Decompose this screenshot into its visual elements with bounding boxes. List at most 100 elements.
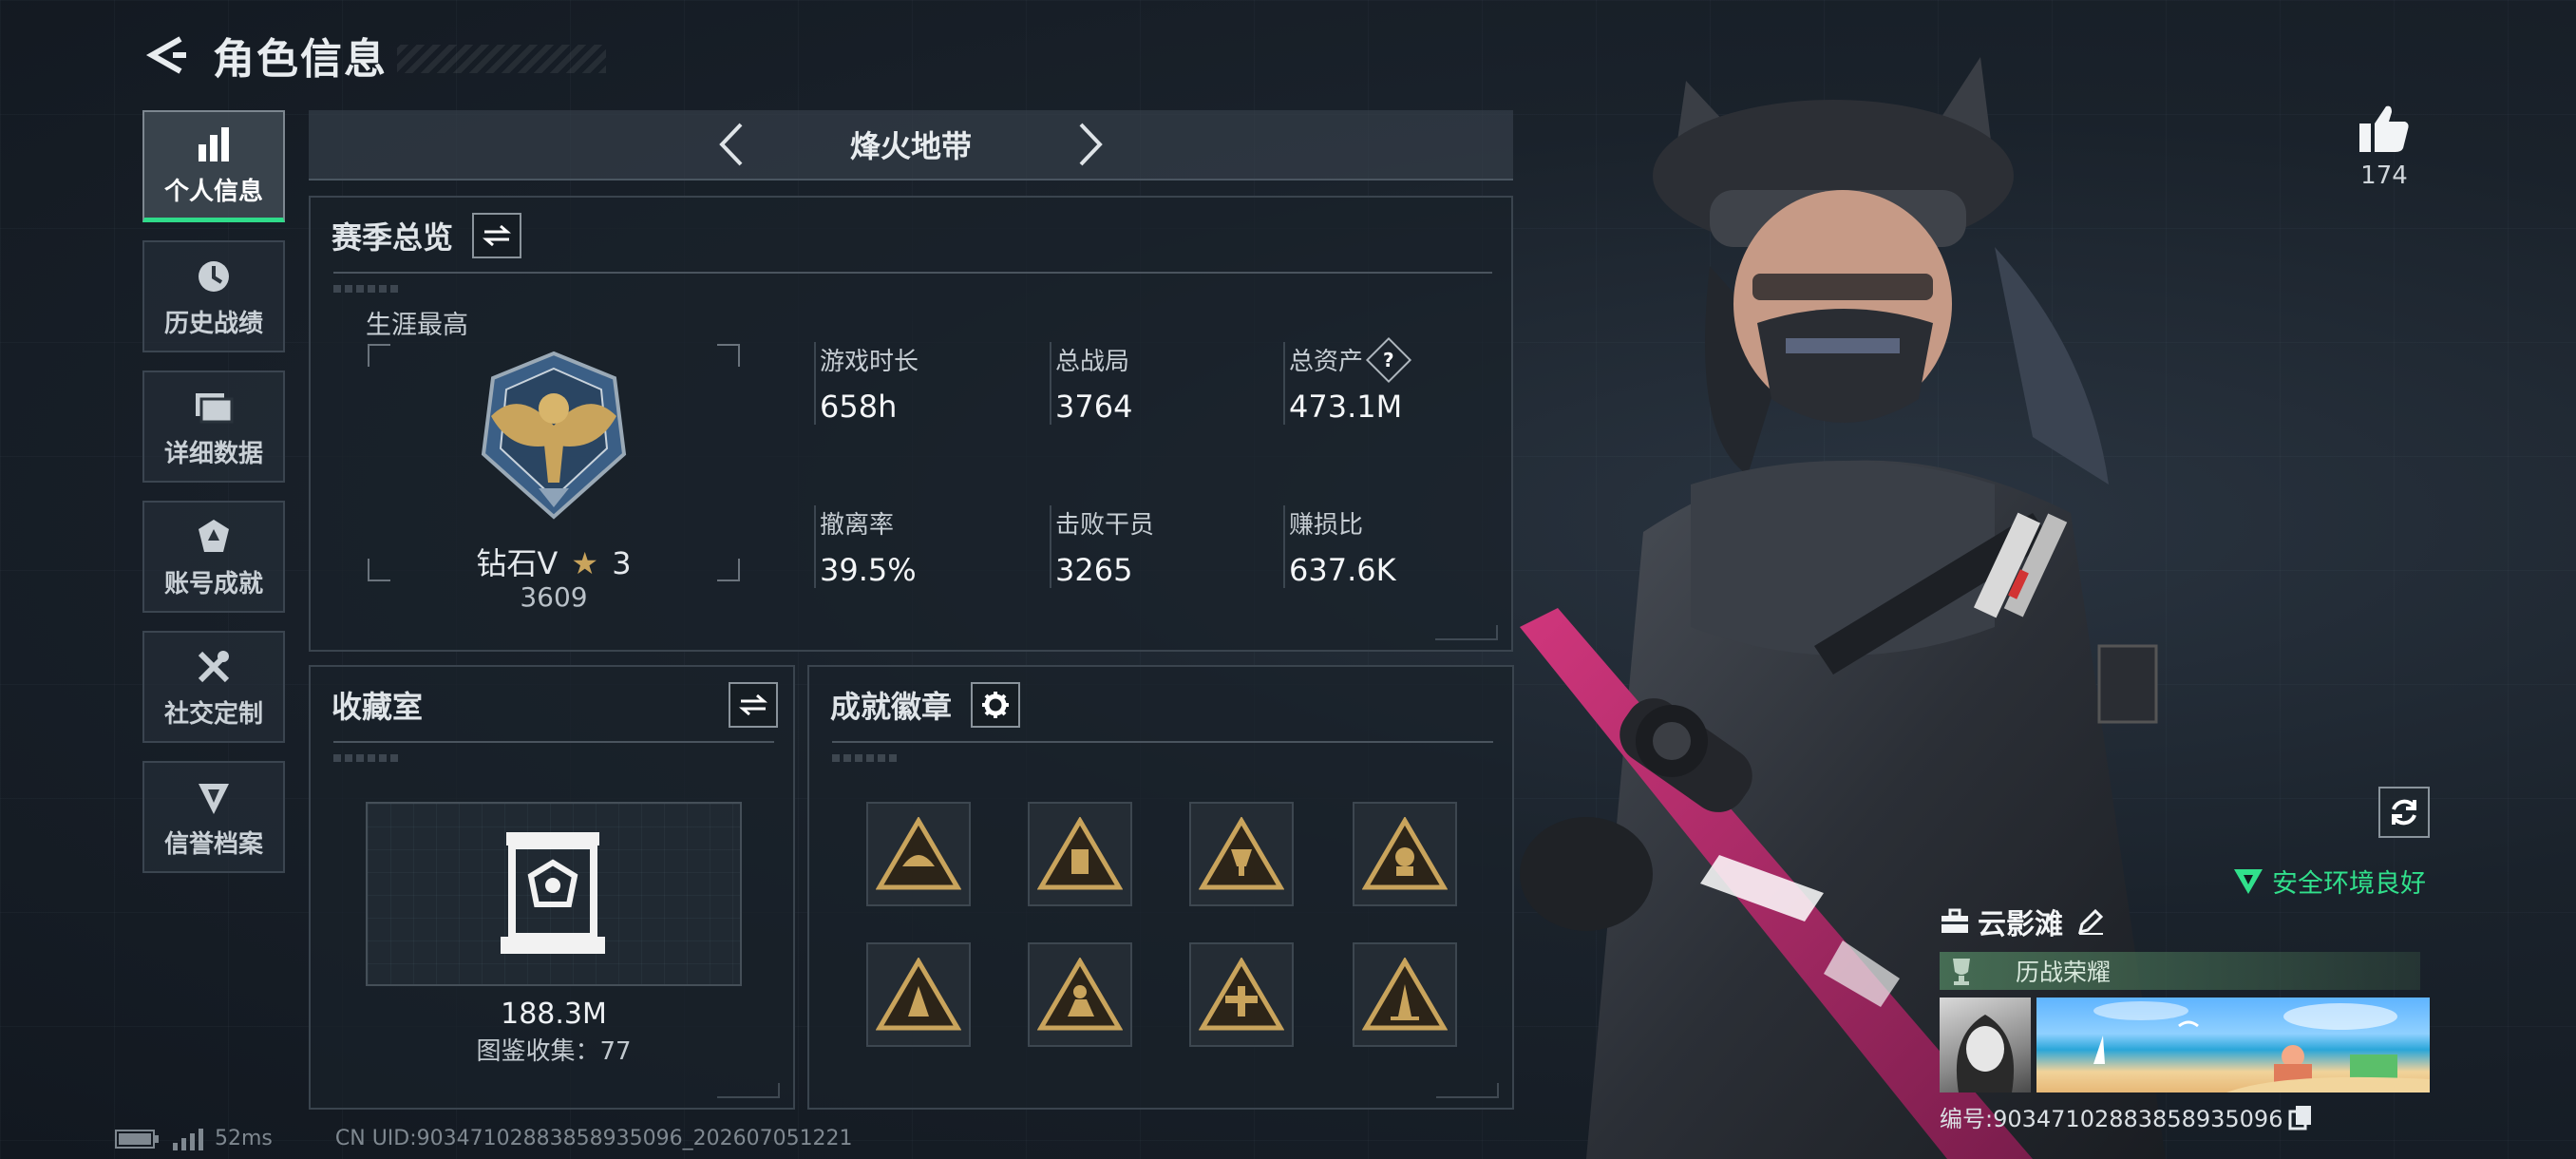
sidebar-item-label: 个人信息 [163,178,263,206]
switch-season-button[interactable] [472,213,522,258]
player-id-row: 编号:90347102883858935096 [1940,1100,2434,1133]
divider-decoration [333,285,400,293]
stat-profit-loss-ratio: 赚损比 637.6K [1283,505,1498,588]
next-mode-button[interactable] [1063,116,1120,173]
gear-icon [982,692,1010,718]
help-button[interactable]: ? [1365,336,1412,383]
divider-decoration [832,754,899,762]
safety-shield-icon [2234,868,2263,894]
rank-name: 钻石V [476,545,559,581]
achievement-badge[interactable] [1353,942,1457,1047]
trophy-icon [1953,959,1970,985]
sidebar-item-account-achievements[interactable]: 账号成就 [142,501,285,613]
edit-pencil-icon[interactable] [2076,907,2105,936]
diamond-rank-emblem-icon [481,351,627,520]
stat-extraction-rate: 撤离率 39.5% [814,505,1029,588]
briefcase-icon [1941,908,1968,933]
badge-4 [1362,817,1448,890]
mode-switcher: 烽火地带 [309,110,1513,180]
profile-banner[interactable] [2036,998,2430,1092]
collection-value: 188.3M [501,998,607,1031]
chevron-right-icon [1079,123,1103,166]
collection-count: 图鉴收集：77 [476,1037,632,1066]
sidebar-item-social-custom[interactable]: 社交定制 [142,631,285,743]
badge-3 [1199,817,1284,890]
prev-mode-button[interactable] [702,116,759,173]
achievement-badge[interactable] [1189,802,1294,906]
chevron-left-icon [719,123,743,166]
ping-text: 52ms [215,1127,273,1150]
sidebar-item-label: 账号成就 [163,569,263,598]
swap-icon [483,224,512,247]
battery-icon [115,1129,159,1149]
achievement-badge[interactable] [1028,942,1132,1047]
mode-title: 烽火地带 [849,128,972,164]
collection-panel[interactable]: 收藏室 188.3M 图鉴收集：77 [309,665,795,1110]
panel-divider [832,741,1493,743]
achievement-badge[interactable] [1028,802,1132,906]
like-count: 174 [2360,162,2408,190]
collection-title: 收藏室 [331,689,424,725]
sidebar-item-label: 详细数据 [163,439,263,468]
corner-decoration [1436,1083,1499,1098]
folder-icon [194,385,234,428]
player-name: 云影滩 [1978,908,2063,941]
player-id: 编号:90347102883858935096 [1940,1106,2283,1132]
stat-label: 总资产 [1289,348,1364,376]
avatar-portrait [1956,1015,2015,1092]
achievement-badge[interactable] [1353,802,1457,906]
season-overview-panel: 赛季总览 生涯最高 钻石V ★ 3 3609 游戏时长 658h 总战局 376… [309,196,1513,652]
season-overview-title: 赛季总览 [331,219,454,256]
question-icon: ? [1383,348,1394,371]
header: 角色信息 [142,27,606,84]
title-stripe-decoration [397,45,606,73]
stat-total-assets: 总资产 ? 473.1M [1283,336,1498,425]
beach-banner-image [2093,1001,2430,1092]
badge-7 [1199,958,1284,1031]
refresh-icon [2392,799,2416,826]
achievement-badge[interactable] [1189,942,1294,1047]
sidebar-item-label: 历史战绩 [163,309,263,338]
page-title: 角色信息 [213,35,388,84]
credit-shield-icon [195,775,233,819]
sidebar-item-history[interactable]: 历史战绩 [142,240,285,352]
copy-icon[interactable] [2288,1104,2313,1130]
badge-6 [1037,958,1123,1031]
safe-environment-status[interactable]: 安全环境良好 [2232,863,2426,900]
display-case-icon [501,832,605,954]
sidebar-item-detailed-data[interactable]: 详细数据 [142,370,285,483]
history-clock-icon [195,255,233,298]
sidebar-item-personal-info[interactable]: 个人信息 [142,110,285,222]
achievement-badge[interactable] [866,942,971,1047]
corner-decoration [1435,625,1498,640]
sidebar-item-label: 信誉档案 [163,829,263,859]
panel-divider [333,741,774,743]
honor-title: 历战荣耀 [2016,959,2112,986]
badge-1 [876,817,961,890]
avatar[interactable] [1940,998,2031,1092]
switch-collection-button[interactable] [729,682,778,728]
uid-text: CN UID:90347102883858935096_202607051221 [334,1127,853,1150]
sidebar-item-credit-record[interactable]: 信誉档案 [142,761,285,873]
stat-operators-defeated: 击败干员 3265 [1050,505,1264,588]
stat-total-matches: 总战局 3764 [1050,342,1264,425]
rank-score: 3609 [520,581,588,613]
player-card: 云影滩 历战荣耀 编号:90347102883858935096 [1940,901,2434,1133]
achievement-badge[interactable] [866,802,971,906]
badge-8 [1362,958,1448,1031]
rank-name-row: 钻石V ★ 3 [368,540,740,583]
stat-play-time: 游戏时长 658h [814,342,1029,425]
sidebar-item-label: 社交定制 [163,699,263,729]
like-button[interactable]: 174 [2346,103,2422,190]
career-best-label: 生涯最高 [366,311,468,340]
corner-decoration [717,1083,780,1098]
achievement-icon [195,515,233,559]
refresh-button[interactable] [2378,787,2430,838]
safe-environment-text: 安全环境良好 [2272,869,2426,899]
divider-decoration [333,754,400,762]
rank-star-icon: ★ [571,545,599,581]
achievement-settings-button[interactable] [971,682,1021,728]
back-button[interactable] [142,31,190,79]
back-arrow-icon [145,36,186,74]
honor-title-bar: 历战荣耀 [1940,952,2420,990]
